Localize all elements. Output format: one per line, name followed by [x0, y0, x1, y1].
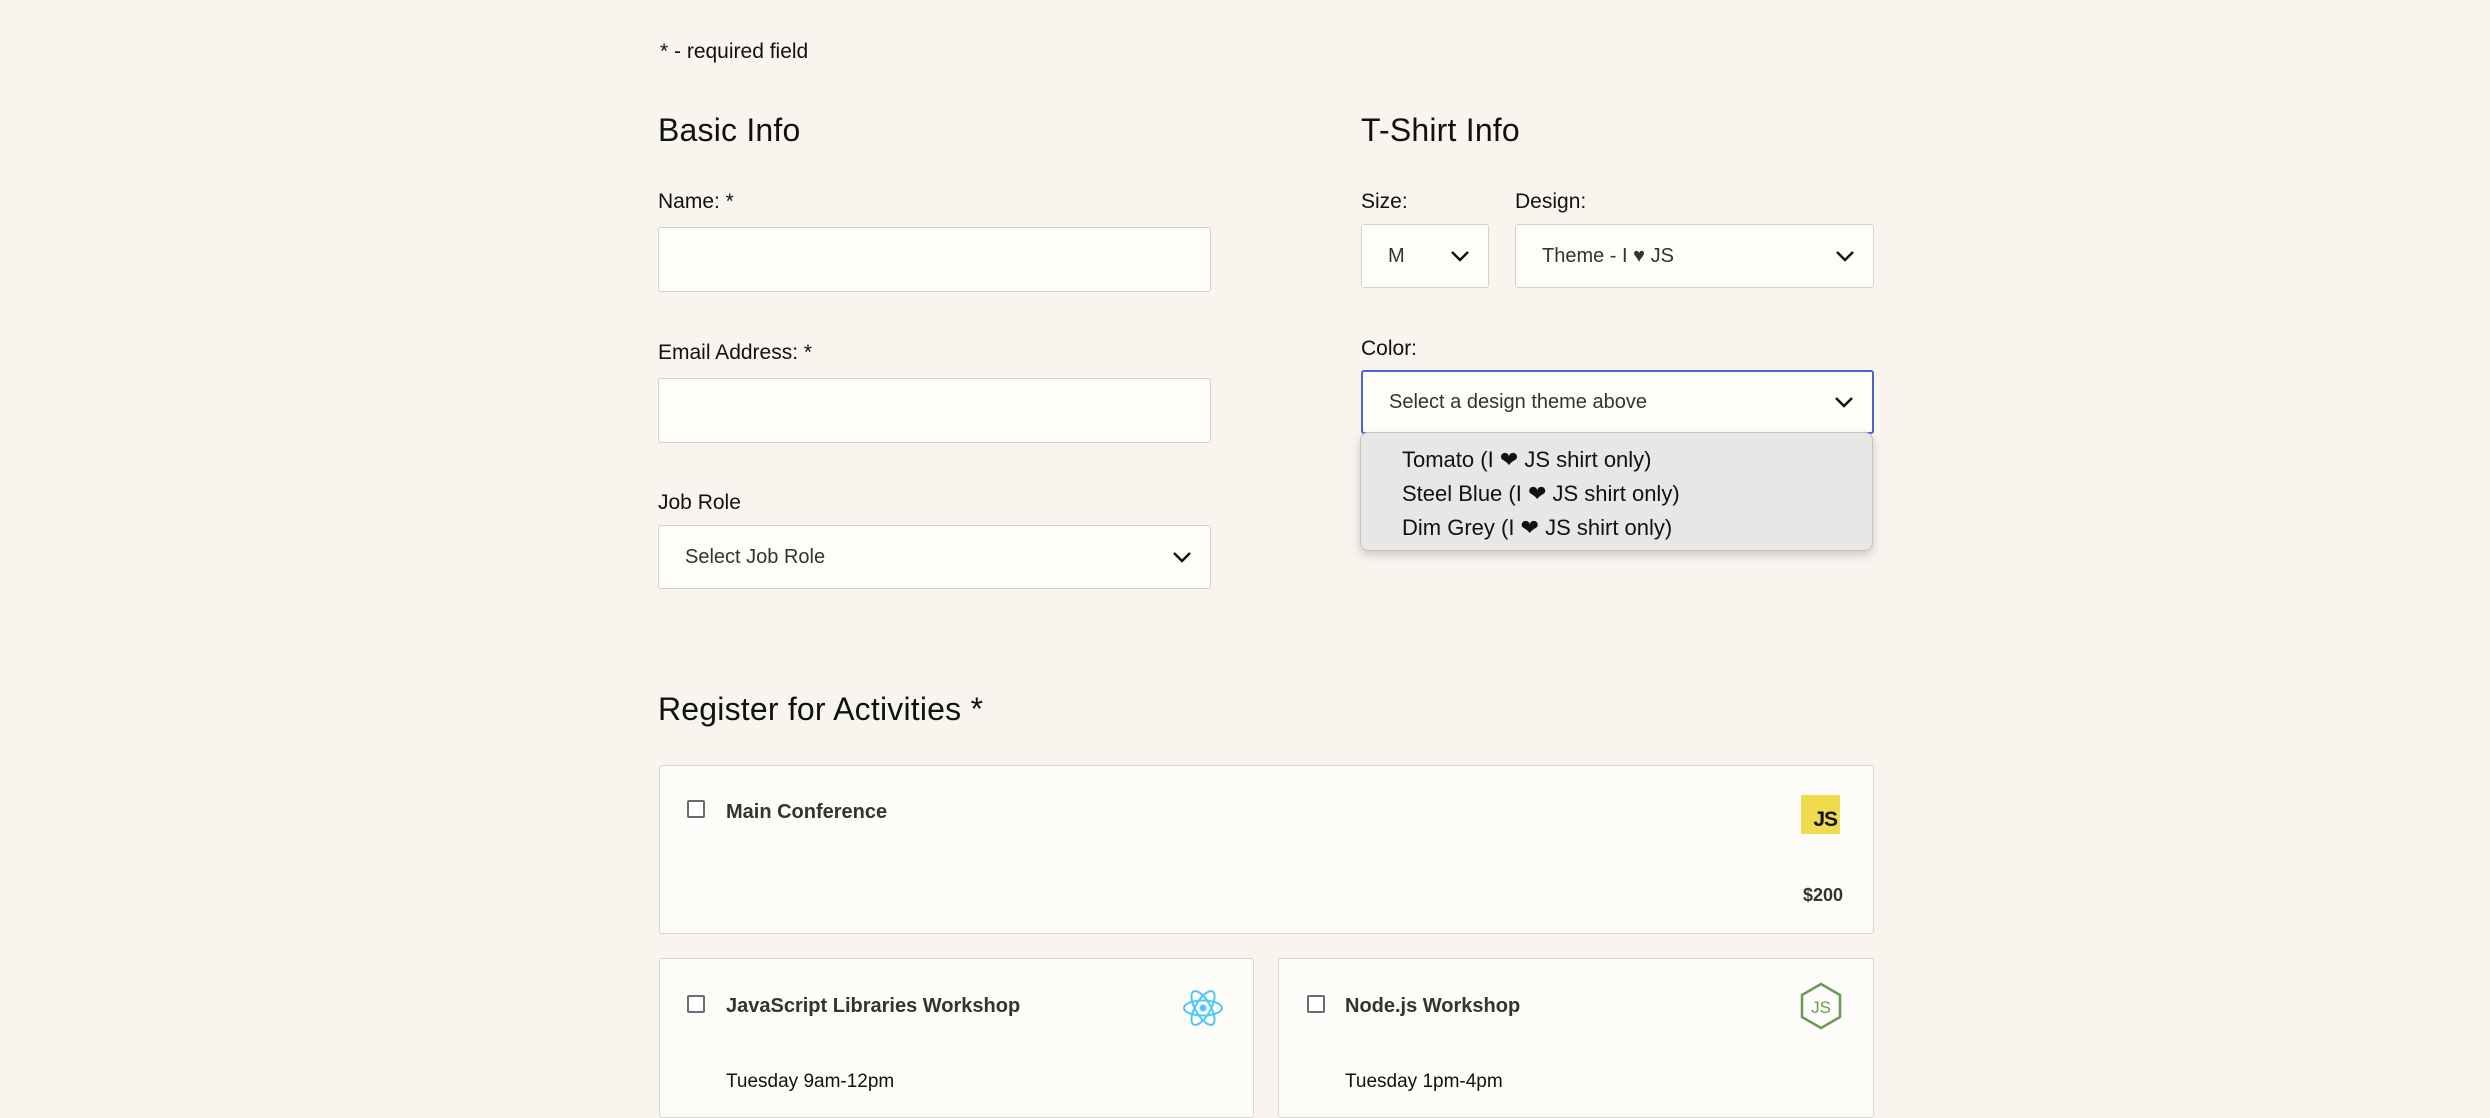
basic-info-heading: Basic Info [658, 112, 801, 148]
activity-card-nodejs[interactable]: Node.js Workshop JS Tuesday 1pm-4pm [1278, 958, 1874, 1118]
color-selected: Select a design theme above [1389, 390, 1647, 413]
js-libraries-checkbox[interactable] [687, 995, 705, 1013]
design-label: Design: [1515, 190, 1587, 213]
color-label: Color: [1361, 337, 1418, 360]
required-field-note: * - required field [660, 40, 809, 63]
nodejs-icon: JS [1800, 982, 1842, 1030]
activities-heading: Register for Activities * [658, 691, 984, 727]
react-icon [1183, 990, 1223, 1026]
activity-card-js-libraries[interactable]: JavaScript Libraries Workshop Tuesday 9a… [659, 958, 1254, 1118]
job-role-selected: Select Job Role [685, 545, 826, 568]
nodejs-title: Node.js Workshop [1345, 995, 1521, 1017]
job-role-select[interactable]: Select Job Role [658, 525, 1211, 589]
design-select[interactable]: Theme - I ♥ JS [1515, 224, 1874, 288]
color-option-tomato[interactable]: Tomato (I ❤ JS shirt only) [1361, 443, 1872, 477]
name-input[interactable] [658, 227, 1211, 292]
nodejs-time: Tuesday 1pm-4pm [1345, 1071, 1503, 1092]
svg-text:JS: JS [1811, 998, 1831, 1017]
main-conference-title: Main Conference [726, 801, 888, 823]
chevron-down-icon [1835, 397, 1853, 408]
color-dropdown-menu: Tomato (I ❤ JS shirt only) Steel Blue (I… [1360, 432, 1873, 551]
color-select[interactable]: Select a design theme above [1361, 370, 1874, 434]
nodejs-checkbox[interactable] [1307, 995, 1325, 1013]
size-selected: M [1388, 244, 1405, 267]
job-role-label: Job Role [658, 491, 741, 514]
name-label: Name: * [658, 190, 734, 213]
tshirt-info-heading: T-Shirt Info [1361, 112, 1520, 148]
main-conference-checkbox[interactable] [687, 800, 705, 818]
activity-card-main-conference[interactable]: Main Conference JS $200 [659, 765, 1874, 934]
main-conference-price: $200 [1802, 885, 1843, 905]
js-libraries-time: Tuesday 9am-12pm [726, 1071, 895, 1092]
chevron-down-icon [1173, 552, 1191, 563]
js-libraries-title: JavaScript Libraries Workshop [726, 995, 1021, 1017]
design-selected: Theme - I ♥ JS [1542, 244, 1674, 267]
chevron-down-icon [1451, 251, 1469, 262]
js-icon: JS [1801, 795, 1840, 834]
color-option-dim-grey[interactable]: Dim Grey (I ❤ JS shirt only) [1361, 511, 1872, 545]
color-option-steel-blue[interactable]: Steel Blue (I ❤ JS shirt only) [1361, 477, 1872, 511]
chevron-down-icon [1836, 251, 1854, 262]
email-label: Email Address: * [658, 341, 813, 364]
size-select[interactable]: M [1361, 224, 1489, 288]
size-label: Size: [1361, 190, 1408, 213]
email-input[interactable] [658, 378, 1211, 443]
